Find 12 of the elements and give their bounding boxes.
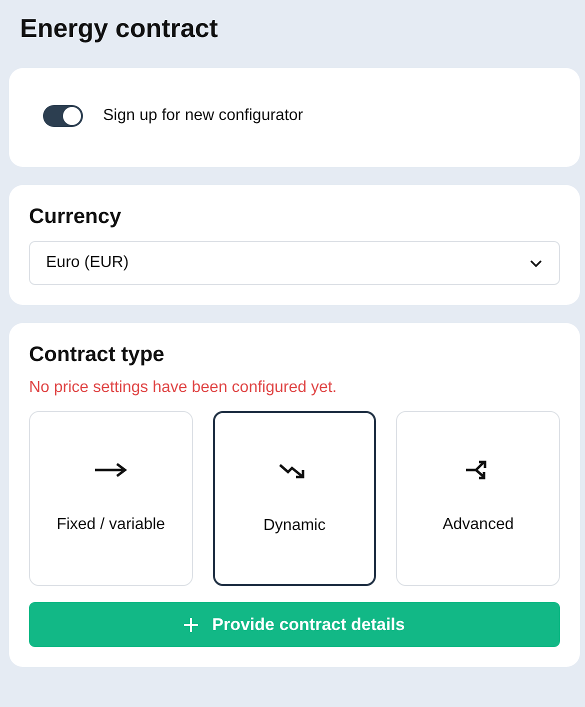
contract-type-option[interactable]: Advanced [396, 411, 560, 586]
toggle-switch[interactable] [43, 104, 83, 126]
contract-type-option[interactable]: Fixed / variable [29, 411, 193, 586]
plus-icon [184, 618, 198, 632]
section-heading: Currency [29, 205, 122, 229]
toggle-label: Sign up for new configurator [103, 106, 304, 124]
currency-dropdown[interactable]: Euro (EUR) [29, 241, 560, 285]
contract-type-option[interactable]: Dynamic [212, 411, 376, 586]
chevron-down-icon [529, 258, 543, 268]
section-heading: Contract type [29, 343, 166, 367]
page-title: Energy contract [20, 12, 219, 45]
warning-message: No price settings have been configured yet. [29, 379, 338, 397]
